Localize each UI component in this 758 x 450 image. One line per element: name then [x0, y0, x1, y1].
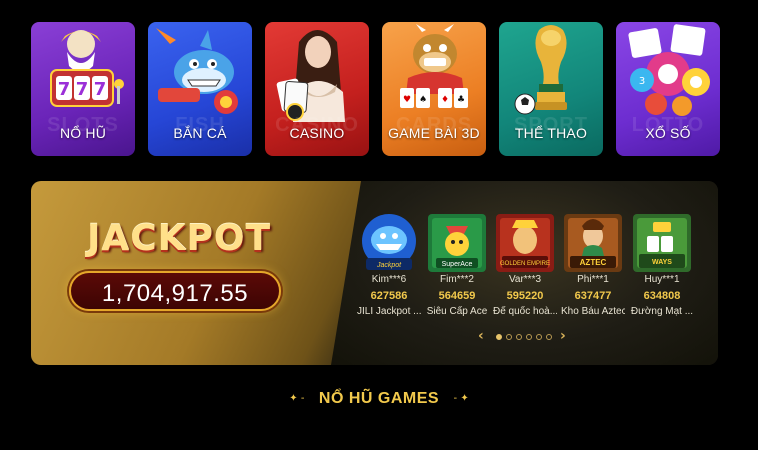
pager-dot[interactable] [526, 334, 532, 340]
category-label: CASINO [289, 125, 345, 141]
category-the-thao[interactable]: SPORT THỂ THAO [499, 22, 603, 156]
winner-amount: 595220 [506, 290, 544, 302]
winner-card[interactable]: AZTEC Phi***1 637477 Kho Báu Aztec [561, 214, 625, 319]
winner-card[interactable]: WAYS Huy***1 634808 Đường Mạt ... [630, 214, 694, 319]
category-ban-ca[interactable]: FISH BẮN CÁ [148, 22, 252, 156]
winner-username: Var***3 [508, 274, 542, 285]
sparkle-icon: ✦ - [289, 393, 305, 404]
mahjong-ways-icon: WAYS [633, 214, 691, 272]
category-bar: 7 7 7 SLOTS NỔ HŨ FISH BẮN CÁ CASINO CAS… [31, 22, 721, 156]
pager-dot[interactable] [546, 334, 552, 340]
category-casino[interactable]: CASINO CASINO [265, 22, 369, 156]
slot-machine-icon: 7 7 7 [50, 30, 124, 107]
svg-text:♣: ♣ [457, 95, 465, 105]
pager-dot[interactable] [536, 334, 542, 340]
pager-next-button[interactable]: › [560, 328, 566, 344]
winner-username: Huy***1 [644, 274, 680, 285]
pager-dot[interactable] [506, 334, 512, 340]
winners-pager: ‹ › [478, 328, 568, 344]
jackpot-fishing-icon: Jackpot [360, 214, 418, 272]
winner-game: Đường Mạt ... [630, 306, 694, 317]
winner-game: Kho Báu Aztec [561, 306, 625, 317]
svg-text:♠: ♠ [419, 95, 427, 105]
svg-text:3: 3 [639, 76, 645, 87]
golden-empire-icon: GOLDEN EMPIRE [496, 214, 554, 272]
svg-text:7: 7 [58, 79, 71, 100]
super-ace-icon: SuperAce [428, 214, 486, 272]
category-label: GAME BÀI 3D [388, 125, 480, 141]
svg-text:WAYS: WAYS [652, 259, 672, 266]
winner-amount: 627586 [370, 290, 408, 302]
jackpot-panel: JACKPOT 1,704,917.55 Jackpot Kim***6 627… [31, 181, 718, 365]
trophy-icon [514, 25, 567, 115]
svg-text:7: 7 [94, 79, 107, 100]
aztec-icon: AZTEC [564, 214, 622, 272]
section-title: NỔ HŨ GAMES [318, 390, 440, 407]
lottery-balls-icon: 3 [628, 24, 710, 116]
svg-text:AZTEC: AZTEC [580, 258, 607, 267]
svg-text:GOLDEN EMPIRE: GOLDEN EMPIRE [500, 261, 550, 267]
section-header: ✦ - NỔ HŨ GAMES - ✦ [0, 390, 758, 420]
winner-card[interactable]: Jackpot Kim***6 627586 JILI Jackpot ... [357, 214, 421, 319]
winner-amount: 634808 [643, 290, 681, 302]
winner-card[interactable]: GOLDEN EMPIRE Var***3 595220 Đế quốc hoà… [493, 214, 557, 319]
jackpot-amount-box: 1,704,917.55 [69, 271, 281, 311]
winner-username: Phi***1 [577, 274, 609, 285]
svg-text:SuperAce: SuperAce [442, 261, 473, 268]
category-xo-so[interactable]: 3 LOTTO XỔ SỐ [616, 22, 720, 156]
svg-text:♦: ♦ [441, 95, 449, 105]
winner-amount: 564659 [438, 290, 476, 302]
category-label: XỔ SỐ [645, 125, 691, 141]
category-no-hu[interactable]: 7 7 7 SLOTS NỔ HŨ [31, 22, 135, 156]
casino-dealer-icon [276, 30, 345, 122]
winner-game: Đế quốc hoà... [493, 306, 557, 317]
pager-dot[interactable] [516, 334, 522, 340]
svg-text:♥: ♥ [403, 95, 411, 105]
recent-winners: Jackpot Kim***6 627586 JILI Jackpot ... … [353, 214, 693, 334]
fish-shooter-icon [156, 28, 238, 114]
winner-game: JILI Jackpot ... [357, 306, 421, 317]
svg-text:7: 7 [76, 79, 89, 100]
jackpot-amount: 1,704,917.55 [101, 280, 249, 307]
svg-text:Jackpot: Jackpot [376, 262, 402, 269]
card-game-icon: ♥ ♠ ♦ ♣ [400, 24, 468, 108]
category-game-bai-3d[interactable]: ♥ ♠ ♦ ♣ CARDS GAME BÀI 3D [382, 22, 486, 156]
jackpot-title: JACKPOT [86, 218, 272, 259]
category-label: NỔ HŨ [59, 125, 107, 141]
winner-username: Fim***2 [440, 274, 474, 285]
sparkle-icon: - ✦ [453, 393, 469, 404]
category-label: BẮN CÁ [173, 125, 227, 141]
winner-username: Kim***6 [371, 274, 407, 285]
pager-dot[interactable] [496, 334, 502, 340]
winner-card[interactable]: SuperAce Fim***2 564659 Siêu Cấp Ace [425, 214, 489, 319]
winner-amount: 637477 [574, 290, 612, 302]
pager-prev-button[interactable]: ‹ [478, 328, 484, 344]
category-label: THỂ THAO [514, 125, 588, 141]
winner-game: Siêu Cấp Ace [426, 306, 488, 317]
